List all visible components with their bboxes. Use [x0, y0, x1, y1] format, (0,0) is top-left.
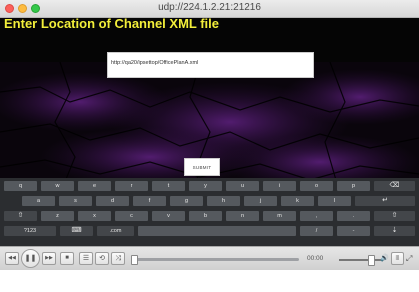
window-title: udp://224.1.2.21:21216	[158, 2, 261, 13]
key-n[interactable]: n	[226, 211, 259, 221]
shift-key-right[interactable]: ⇧	[374, 211, 415, 221]
key-t[interactable]: t	[152, 181, 185, 191]
key-z[interactable]: z	[41, 211, 74, 221]
slash-key[interactable]: /	[300, 226, 333, 236]
shift-key-left[interactable]: ⇧	[4, 211, 37, 221]
volume-icon[interactable]: 🔊	[380, 254, 389, 262]
dotcom-key[interactable]: .com	[97, 226, 134, 236]
key-g[interactable]: g	[170, 196, 203, 206]
title-bar: udp://224.1.2.21:21216	[0, 0, 419, 18]
key-l[interactable]: l	[318, 196, 351, 206]
stop-button[interactable]: ■	[60, 252, 74, 265]
fullscreen-icon[interactable]: ⤢	[406, 254, 412, 264]
seek-handle[interactable]	[131, 255, 138, 265]
submit-button[interactable]: SUBMIT	[184, 158, 220, 176]
playlist-button[interactable]: ☰	[79, 252, 93, 265]
key-e[interactable]: e	[78, 181, 111, 191]
time-display: 00:00	[307, 255, 324, 262]
space-bar[interactable]	[138, 226, 296, 236]
symbols-key[interactable]: ?123	[4, 226, 56, 236]
key-v[interactable]: v	[152, 211, 185, 221]
key-period[interactable]: .	[337, 211, 370, 221]
shuffle-button[interactable]: ⤨	[111, 252, 125, 265]
key-c[interactable]: c	[115, 211, 148, 221]
video-area: Enter Location of Channel XML file http:…	[0, 18, 419, 246]
key-comma[interactable]: ,	[300, 211, 333, 221]
previous-button[interactable]: ◀◀	[5, 252, 19, 265]
key-q[interactable]: q	[4, 181, 37, 191]
key-h[interactable]: h	[207, 196, 240, 206]
key-y[interactable]: y	[189, 181, 222, 191]
xml-url-input[interactable]: http://qa20/ipsettop/OfficePlanA.xml	[107, 52, 314, 78]
keyboard-icon[interactable]: ⌨	[60, 226, 93, 236]
next-button[interactable]: ▶▶	[42, 252, 56, 265]
extended-settings-button[interactable]: |||	[391, 252, 404, 265]
key-o[interactable]: o	[300, 181, 333, 191]
key-r[interactable]: r	[115, 181, 148, 191]
player-controls: ◀◀ ❚❚ ▶▶ ■ ☰ ⟲ ⤨ 00:00 🔊 ||| ⤢	[0, 246, 419, 270]
play-pause-button[interactable]: ❚❚	[21, 249, 40, 268]
key-p[interactable]: p	[337, 181, 370, 191]
key-k[interactable]: k	[281, 196, 314, 206]
key-i[interactable]: i	[263, 181, 296, 191]
enter-key[interactable]: ↵	[355, 196, 415, 206]
key-m[interactable]: m	[263, 211, 296, 221]
key-s[interactable]: s	[59, 196, 92, 206]
key-f[interactable]: f	[133, 196, 166, 206]
dash-key[interactable]: -	[337, 226, 370, 236]
key-a[interactable]: a	[22, 196, 55, 206]
key-d[interactable]: d	[96, 196, 129, 206]
key-j[interactable]: j	[244, 196, 277, 206]
key-u[interactable]: u	[226, 181, 259, 191]
key-w[interactable]: w	[41, 181, 74, 191]
seek-bar[interactable]	[131, 255, 299, 265]
key-b[interactable]: b	[189, 211, 222, 221]
loop-button[interactable]: ⟲	[95, 252, 109, 265]
key-x[interactable]: x	[78, 211, 111, 221]
volume-handle[interactable]	[368, 255, 375, 266]
hide-keyboard-key[interactable]: ⇣	[374, 226, 415, 236]
player-window: udp://224.1.2.21:21216 Enter Location of…	[0, 0, 419, 270]
page-heading: Enter Location of Channel XML file	[4, 18, 219, 31]
backspace-key[interactable]: ⌫	[374, 181, 415, 191]
onscreen-keyboard: q w e r t y u i o p ⌫ a s d f g h j k l …	[0, 178, 419, 246]
